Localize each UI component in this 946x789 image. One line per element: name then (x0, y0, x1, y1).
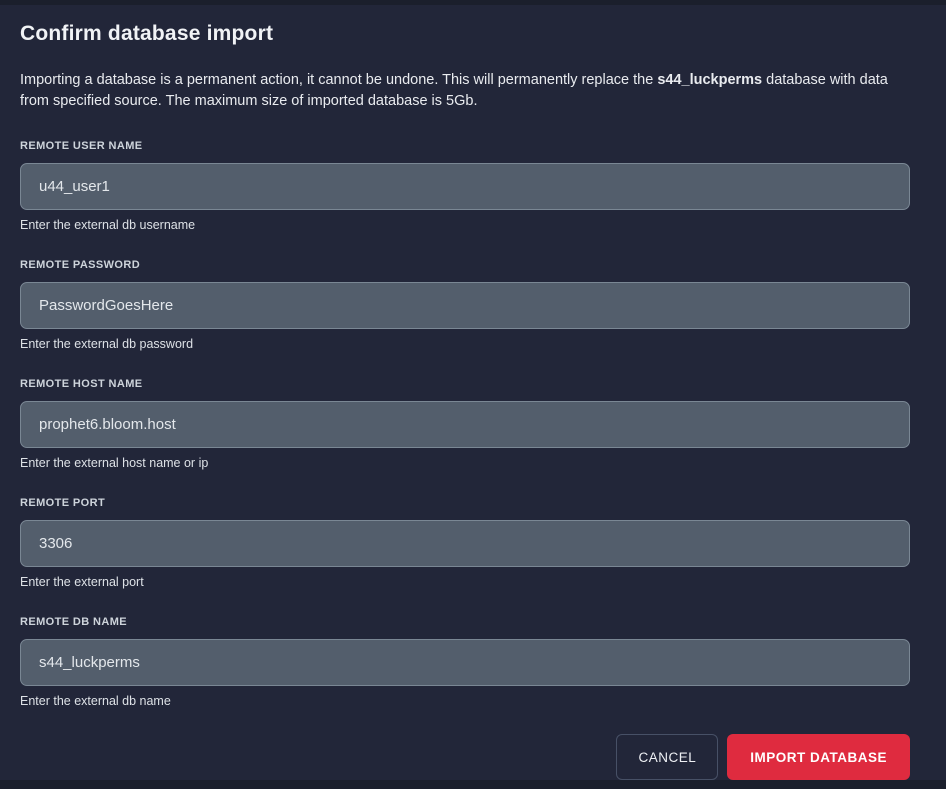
dialog-actions: CANCEL IMPORT DATABASE (20, 734, 910, 780)
description-text-before: Importing a database is a permanent acti… (20, 72, 657, 88)
field-remote-db-name: REMOTE DB NAME Enter the external db nam… (20, 616, 910, 708)
field-remote-password: REMOTE PASSWORD Enter the external db pa… (20, 259, 910, 351)
field-remote-user-name: REMOTE USER NAME Enter the external db u… (20, 140, 910, 232)
description-database-name: s44_luckperms (657, 72, 762, 88)
remote-db-name-input[interactable] (20, 639, 910, 686)
remote-user-name-label: REMOTE USER NAME (20, 140, 910, 152)
remote-host-name-input[interactable] (20, 401, 910, 448)
import-database-button[interactable]: IMPORT DATABASE (727, 734, 910, 780)
remote-host-name-helper: Enter the external host name or ip (20, 456, 910, 470)
remote-db-name-helper: Enter the external db name (20, 694, 910, 708)
remote-port-label: REMOTE PORT (20, 497, 910, 509)
remote-db-name-label: REMOTE DB NAME (20, 616, 910, 628)
backdrop-edge-top (0, 0, 946, 5)
remote-host-name-label: REMOTE HOST NAME (20, 378, 910, 390)
remote-password-helper: Enter the external db password (20, 337, 910, 351)
remote-user-name-helper: Enter the external db username (20, 218, 910, 232)
field-remote-host-name: REMOTE HOST NAME Enter the external host… (20, 378, 910, 470)
remote-user-name-input[interactable] (20, 163, 910, 210)
cancel-button[interactable]: CANCEL (616, 734, 718, 780)
confirm-database-import-dialog: Confirm database import Importing a data… (0, 0, 946, 780)
remote-port-helper: Enter the external port (20, 575, 910, 589)
field-remote-port: REMOTE PORT Enter the external port (20, 497, 910, 589)
remote-password-input[interactable] (20, 282, 910, 329)
dialog-title: Confirm database import (20, 22, 910, 46)
remote-password-label: REMOTE PASSWORD (20, 259, 910, 271)
backdrop-edge-bottom (0, 780, 946, 789)
remote-port-input[interactable] (20, 520, 910, 567)
dialog-description: Importing a database is a permanent acti… (20, 70, 910, 112)
